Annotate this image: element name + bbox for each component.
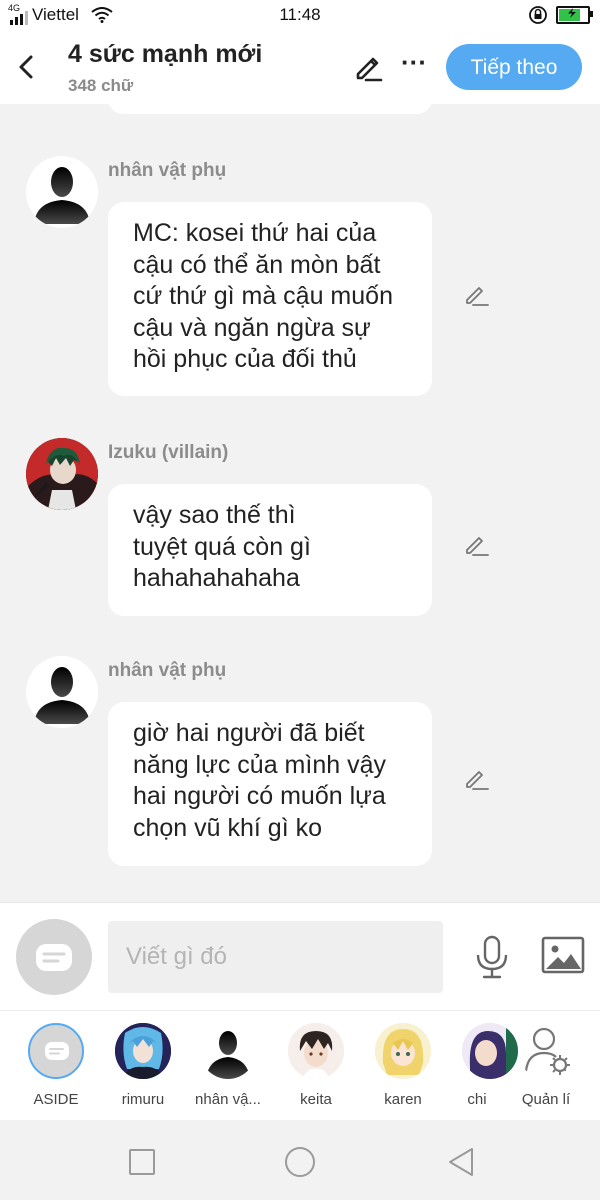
message-line: giờ hai người đã biết: [133, 719, 365, 747]
manage-icon-wrapper: [518, 1023, 574, 1079]
silhouette-avatar[interactable]: [26, 156, 98, 228]
character-name: chi: [467, 1091, 487, 1108]
page-title: 4 sức mạnh mới: [68, 40, 263, 68]
aside-avatar: [28, 1023, 84, 1079]
keita-avatar: [288, 1023, 344, 1079]
character-karen[interactable]: karen: [361, 1023, 445, 1108]
word-count: 348 chữ: [68, 76, 134, 95]
sender-name: nhân vật phụ: [108, 160, 227, 181]
character-aside[interactable]: ASIDE: [14, 1023, 98, 1108]
character-name: keita: [300, 1091, 332, 1108]
rimuru-avatar: [115, 1023, 171, 1079]
edit-message-icon[interactable]: [462, 530, 490, 558]
message-line: hahahahahaha: [133, 564, 300, 592]
character-name: karen: [384, 1091, 422, 1108]
recents-square-icon[interactable]: [124, 1144, 160, 1180]
input-bar: [0, 902, 600, 1011]
karen-avatar: [375, 1023, 431, 1079]
more-options-button[interactable]: ···: [398, 49, 430, 84]
chat-bubble-icon: [45, 1042, 69, 1060]
microphone-icon[interactable]: [472, 935, 512, 979]
silhouette-avatar[interactable]: [26, 656, 98, 728]
person-settings-icon: [524, 1027, 570, 1075]
message-bubble[interactable]: MC: kosei thứ hai của cậu có thể ăn mòn …: [108, 202, 432, 396]
back-arrow-icon[interactable]: [12, 50, 42, 84]
aside-toggle-button[interactable]: [16, 919, 92, 995]
chat-bubble-icon: [36, 944, 72, 971]
message-input[interactable]: [108, 921, 443, 993]
character-name: rimuru: [121, 1091, 165, 1108]
edit-message-icon[interactable]: [462, 280, 490, 308]
rotation-lock-icon: [529, 6, 547, 24]
status-right: [528, 5, 593, 25]
character-chi[interactable]: chi: [448, 1023, 518, 1108]
character-bar[interactable]: ASIDE rimuru nhân vậ... keita karen chi …: [0, 1010, 600, 1121]
character-name: Quản lí: [521, 1091, 571, 1108]
message-line: cậu và ngăn ngừa sự: [133, 313, 371, 342]
sender-name: Izuku (villain): [108, 442, 229, 463]
message-line: MC: kosei thứ hai của: [133, 219, 377, 247]
character-name: nhân vậ...: [195, 1091, 261, 1108]
message-line: cậu có thể ăn mòn bất: [133, 250, 381, 279]
message-line: tuyệt quá còn gì: [133, 532, 311, 561]
message-bubble[interactable]: giờ hai người đã biết năng lực của mình …: [108, 702, 432, 866]
previous-message-bubble: [108, 104, 432, 114]
message-line: vậy sao thế thì: [133, 501, 296, 529]
message-line: cứ thứ gì mà cậu muốn: [133, 282, 393, 310]
character-name: ASIDE: [33, 1091, 79, 1108]
character-keita[interactable]: keita: [274, 1023, 358, 1108]
villain-avatar[interactable]: [26, 438, 98, 510]
character-nhan-vat-phu[interactable]: nhân vậ...: [186, 1023, 270, 1108]
message-bubble[interactable]: vậy sao thế thì tuyệt quá còn gì hahahah…: [108, 484, 432, 616]
image-icon[interactable]: [540, 935, 586, 975]
character-rimuru[interactable]: rimuru: [101, 1023, 185, 1108]
manage-characters-button[interactable]: Quản lí: [506, 1023, 586, 1108]
message-line: hai người có muốn lựa: [133, 782, 386, 810]
message-line: năng lực của mình vậy: [133, 750, 386, 779]
silhouette-avatar: [200, 1023, 256, 1079]
header: 4 sức mạnh mới 348 chữ ··· Tiếp theo: [0, 32, 600, 104]
edit-pencil-icon[interactable]: [352, 50, 386, 84]
home-circle-icon[interactable]: [282, 1144, 318, 1180]
next-button[interactable]: Tiếp theo: [446, 44, 582, 90]
message-line: chọn vũ khí gì ko: [133, 813, 323, 842]
sender-name: nhân vật phụ: [108, 660, 227, 681]
battery-icon: [556, 6, 593, 24]
system-nav-bar: [0, 1120, 600, 1200]
status-time: 11:48: [279, 5, 321, 24]
status-bar: 4G Viettel 11:48: [0, 0, 600, 32]
back-triangle-icon[interactable]: [444, 1144, 480, 1180]
edit-message-icon[interactable]: [462, 764, 490, 792]
message-line: hồi phục của đối thủ: [133, 345, 357, 373]
chat-area[interactable]: nhân vật phụ MC: kosei thứ hai của cậu c…: [0, 104, 600, 902]
